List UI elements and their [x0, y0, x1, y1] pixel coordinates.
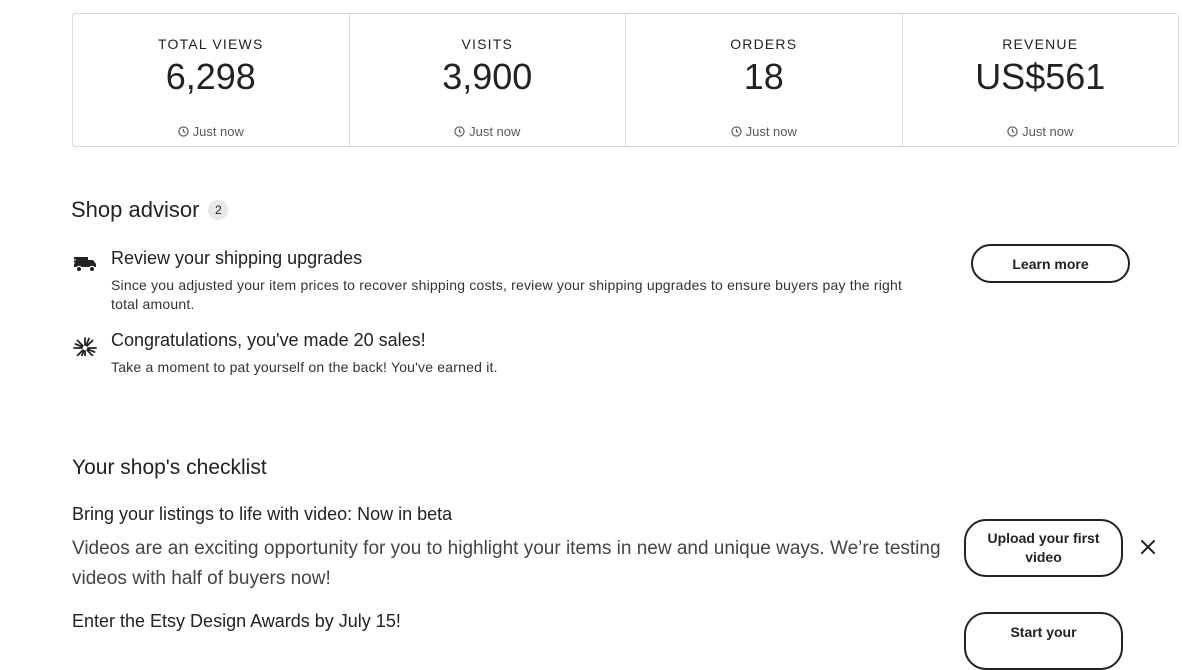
stat-value: US$561	[975, 56, 1106, 97]
clock-icon	[730, 126, 742, 137]
stat-revenue[interactable]: REVENUE US$561 Just now	[903, 14, 1179, 146]
stat-label: TOTAL VIEWS	[157, 36, 264, 52]
clock-icon	[177, 126, 189, 137]
stat-updated: Just now	[626, 124, 902, 139]
shop-advisor-heading: Shop advisor 2	[71, 197, 229, 223]
stat-updated-text: Just now	[1022, 124, 1074, 139]
close-icon[interactable]	[1138, 537, 1158, 557]
stat-updated-text: Just now	[192, 124, 244, 139]
stat-value: 3,900	[442, 56, 533, 97]
advisor-count-badge: 2	[208, 200, 229, 220]
stat-value: 18	[743, 56, 784, 97]
learn-more-button[interactable]: Learn more	[971, 244, 1130, 283]
stat-updated: Just now	[73, 124, 349, 139]
checklist-task-description: Videos are an exciting opportunity for y…	[72, 538, 941, 589]
shop-advisor-title: Shop advisor	[71, 197, 200, 222]
advisor-item-description: Take a moment to pat yourself on the bac…	[111, 359, 498, 375]
stat-updated-text: Just now	[469, 124, 521, 139]
stat-label: ORDERS	[730, 36, 798, 52]
start-entry-button[interactable]: Start your	[964, 612, 1123, 670]
stat-visits[interactable]: VISITS 3,900 Just now	[350, 14, 626, 146]
stats-panel: TOTAL VIEWS 6,298 Just now VISITS 3,900 …	[72, 13, 1179, 147]
celebration-burst-icon	[73, 337, 97, 356]
stat-label: REVENUE	[1002, 36, 1079, 52]
truck-icon	[72, 257, 96, 273]
clock-icon	[1007, 126, 1018, 137]
stat-label: VISITS	[461, 36, 514, 52]
advisor-item-title: Review your shipping upgrades	[111, 248, 363, 268]
stat-updated: Just now	[350, 124, 626, 139]
clock-icon	[454, 126, 465, 137]
upload-video-button[interactable]: Upload your first video	[964, 519, 1123, 577]
checklist-task-title: Bring your listings to life with video: …	[72, 504, 453, 524]
advisor-item-title: Congratulations, you've made 20 sales!	[111, 330, 426, 350]
advisor-item-description: Since you adjusted your item prices to r…	[111, 277, 903, 312]
stat-orders[interactable]: ORDERS 18 Just now	[626, 14, 903, 146]
stat-updated-text: Just now	[745, 124, 797, 139]
stat-updated: Just now	[903, 124, 1179, 139]
checklist-task-title: Enter the Etsy Design Awards by July 15!	[72, 611, 401, 631]
stat-total-views[interactable]: TOTAL VIEWS 6,298 Just now	[73, 14, 350, 146]
checklist-title: Your shop's checklist	[72, 456, 267, 479]
stat-value: 6,298	[165, 56, 256, 97]
